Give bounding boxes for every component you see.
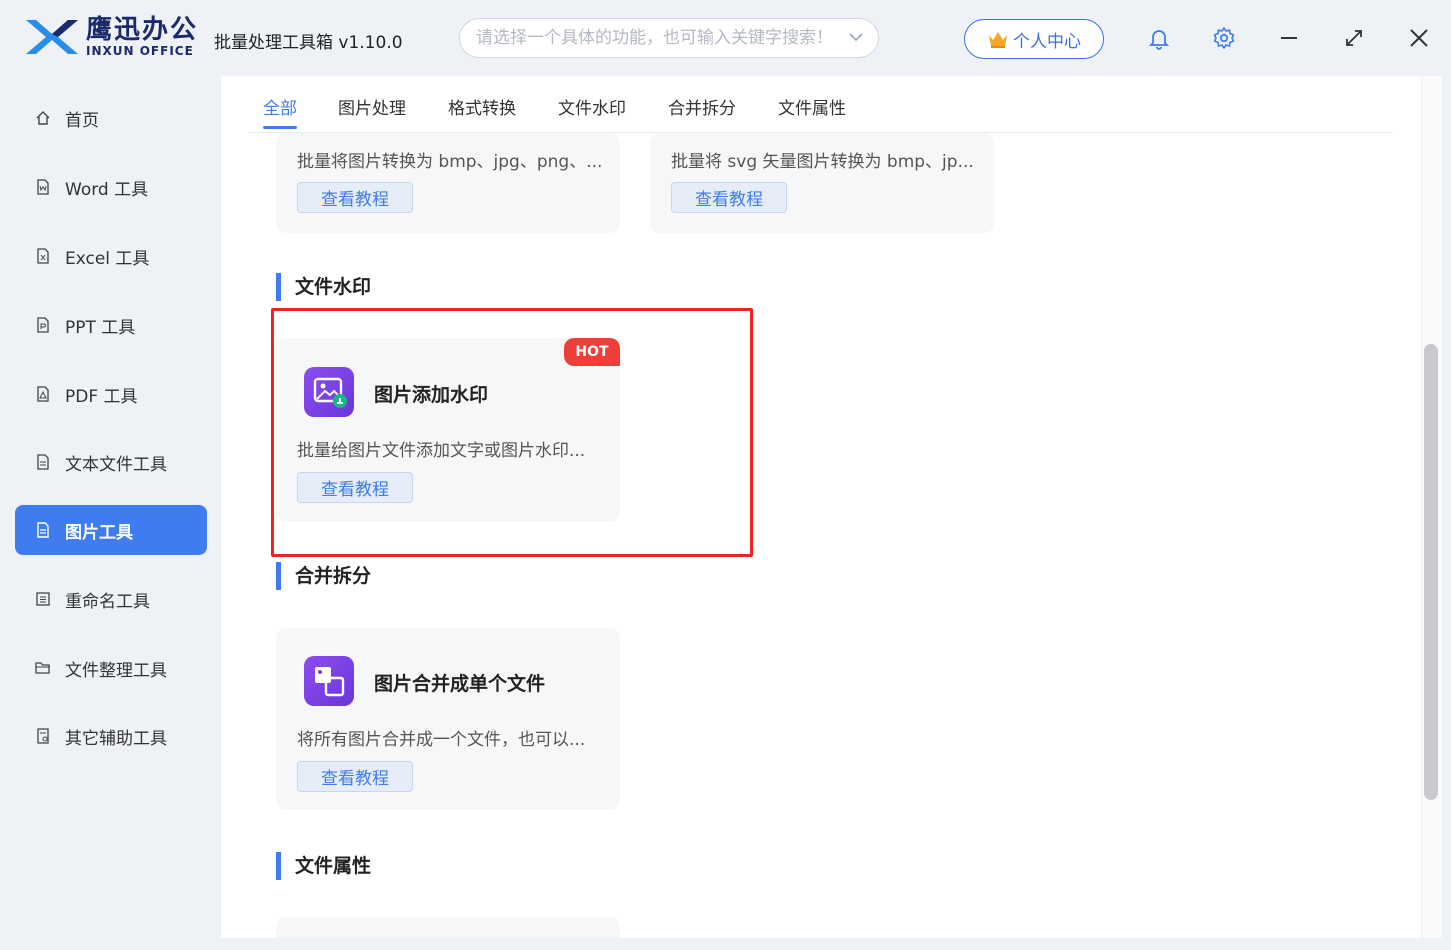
sidebar-item-image[interactable]: 图片工具 xyxy=(15,505,207,555)
sidebar-item-label: 文本文件工具 xyxy=(65,454,167,475)
app-logo: 鹰迅办公 INXUN OFFICE xyxy=(24,16,198,58)
category-tabs: 全部 图片处理 格式转换 文件水印 合并拆分 文件属性 xyxy=(249,76,1393,133)
sidebar-item-misc[interactable]: 其它辅助工具 xyxy=(15,711,207,761)
gear-icon[interactable] xyxy=(1212,26,1236,50)
section-title-properties: 文件属性 xyxy=(276,852,371,880)
rename-icon xyxy=(36,592,50,606)
folder-icon xyxy=(35,662,50,674)
user-center-button[interactable]: 个人中心 xyxy=(964,19,1104,59)
word-file-icon xyxy=(37,179,49,195)
tab-merge-split[interactable]: 合并拆分 xyxy=(668,94,736,119)
tab-file-properties[interactable]: 文件属性 xyxy=(778,94,846,119)
sidebar-item-rename[interactable]: 重命名工具 xyxy=(15,574,207,624)
search-input[interactable] xyxy=(476,28,846,48)
view-tutorial-button[interactable]: 查看教程 xyxy=(297,761,413,792)
card-title: 图片合并成单个文件 xyxy=(374,673,546,695)
brand-name: 鹰迅办公 xyxy=(86,15,199,45)
brand-name-en: INXUN OFFICE xyxy=(86,44,194,58)
sidebar-item-label: 其它辅助工具 xyxy=(65,728,167,749)
tab-image-processing[interactable]: 图片处理 xyxy=(338,94,406,119)
chevron-down-icon[interactable] xyxy=(848,29,864,45)
user-center-label: 个人中心 xyxy=(1013,31,1081,52)
view-tutorial-button[interactable]: 查看教程 xyxy=(297,182,413,213)
sidebar-item-label: PPT 工具 xyxy=(65,317,136,338)
sidebar-item-label: 文件整理工具 xyxy=(65,660,167,681)
sidebar-item-label: Word 工具 xyxy=(65,179,149,200)
tab-format-conversion[interactable]: 格式转换 xyxy=(448,94,516,119)
home-icon xyxy=(36,111,50,125)
highlight-box xyxy=(271,308,753,557)
sidebar-item-text[interactable]: 文本文件工具 xyxy=(15,437,207,487)
image-file-icon xyxy=(37,522,49,538)
sidebar-item-label: Excel 工具 xyxy=(65,248,150,269)
sidebar-item-home[interactable]: 首页 xyxy=(15,93,207,143)
app-title: 批量处理工具箱 v1.10.0 xyxy=(214,33,403,53)
search-box[interactable] xyxy=(459,18,879,58)
view-tutorial-button[interactable]: 查看教程 xyxy=(671,182,787,213)
bell-icon[interactable] xyxy=(1147,26,1171,50)
title-bar: 鹰迅办公 INXUN OFFICE 批量处理工具箱 v1.10.0 个人中心 xyxy=(0,0,1451,76)
text-file-icon xyxy=(37,454,49,470)
tool-card-image-merge[interactable]: 图片合并成单个文件 将所有图片合并成一个文件，也可以... 查看教程 xyxy=(276,628,620,810)
tab-file-watermark[interactable]: 文件水印 xyxy=(558,94,626,119)
tool-card-partial[interactable] xyxy=(276,917,620,938)
sidebar-item-ppt[interactable]: PPT 工具 xyxy=(15,300,207,350)
section-title-merge: 合并拆分 xyxy=(276,562,371,590)
sidebar-item-label: PDF 工具 xyxy=(65,386,138,407)
sidebar-item-label: 图片工具 xyxy=(65,522,133,543)
sidebar-item-excel[interactable]: Excel 工具 xyxy=(15,231,207,281)
card-description: 批量将 svg 矢量图片转换为 bmp、jp... xyxy=(671,152,974,172)
logo-icon xyxy=(24,16,80,58)
maximize-icon[interactable] xyxy=(1342,26,1366,50)
tool-card-image-convert[interactable]: 批量将图片转换为 bmp、jpg、png、... 查看教程 xyxy=(276,133,620,233)
section-title-watermark: 文件水印 xyxy=(276,273,371,301)
crown-icon xyxy=(989,32,1007,48)
card-description: 将所有图片合并成一个文件，也可以... xyxy=(297,730,586,750)
sidebar-item-word[interactable]: Word 工具 xyxy=(15,162,207,212)
pdf-file-icon xyxy=(37,386,49,402)
sidebar-item-pdf[interactable]: PDF 工具 xyxy=(15,369,207,419)
minimize-icon[interactable] xyxy=(1277,26,1301,50)
sidebar-item-label: 重命名工具 xyxy=(65,591,150,612)
scrollbar-thumb[interactable] xyxy=(1424,344,1438,800)
misc-tools-icon xyxy=(37,728,49,744)
tool-card-svg-convert[interactable]: 批量将 svg 矢量图片转换为 bmp、jp... 查看教程 xyxy=(650,133,994,233)
image-merge-icon xyxy=(304,656,354,706)
tab-all[interactable]: 全部 xyxy=(263,94,297,129)
excel-file-icon xyxy=(37,248,49,264)
card-description: 批量将图片转换为 bmp、jpg、png、... xyxy=(297,152,603,172)
sidebar-item-organize[interactable]: 文件整理工具 xyxy=(15,643,207,693)
close-icon[interactable] xyxy=(1407,26,1431,50)
sidebar: 首页 Word 工具 Excel 工具 PPT 工具 PDF 工具 文本文件工具… xyxy=(4,76,208,780)
sidebar-item-label: 首页 xyxy=(65,110,99,131)
ppt-file-icon xyxy=(37,317,49,333)
